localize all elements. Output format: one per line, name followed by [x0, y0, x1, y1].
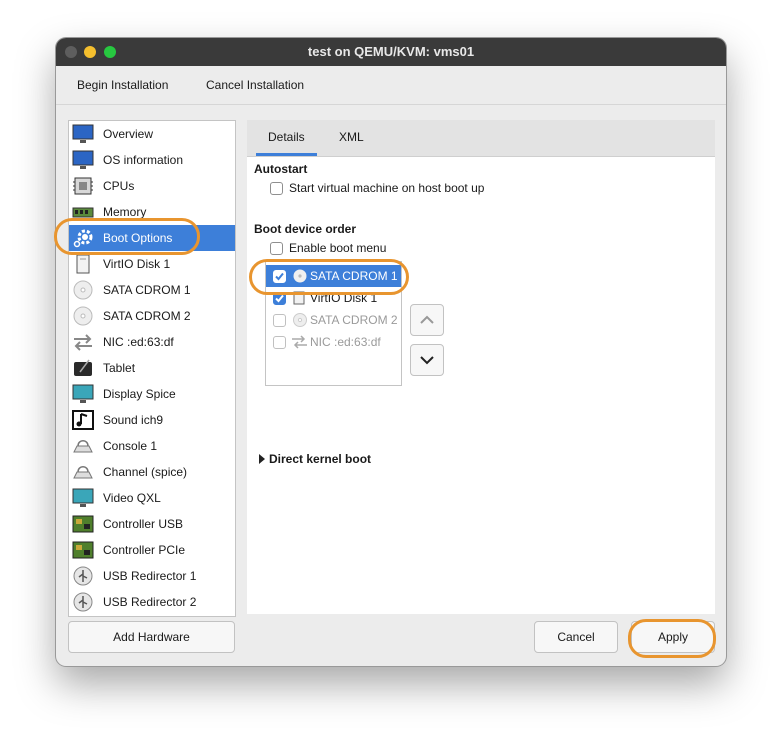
- autostart-checkbox[interactable]: [270, 182, 283, 195]
- sidebar-item-label: VirtIO Disk 1: [103, 257, 171, 271]
- highlight-ring-sata-cdrom-1: [249, 259, 409, 295]
- sidebar-item-video-qxl[interactable]: Video QXL: [69, 485, 235, 511]
- monitor-icon: [72, 124, 94, 143]
- monitor-icon: [72, 150, 94, 169]
- sidebar-item-label: Controller USB: [103, 517, 184, 531]
- boot-device-sata-cdrom-2[interactable]: SATA CDROM 2: [266, 309, 401, 331]
- sidebar-item-usb-redirector-1[interactable]: USB Redirector 1: [69, 563, 235, 589]
- sidebar-item-label: Tablet: [103, 361, 136, 375]
- sidebar-item-label: OS information: [103, 153, 184, 167]
- sidebar-item-label: SATA CDROM 2: [103, 309, 191, 323]
- cancel-installation-button[interactable]: Cancel Installation: [206, 78, 304, 92]
- sidebar-item-label: NIC :ed:63:df: [103, 335, 174, 349]
- video-icon: [72, 488, 94, 507]
- usb-icon: [73, 566, 93, 586]
- toolbar: Begin Installation Cancel Installation: [56, 66, 726, 105]
- active-tab-indicator: [256, 153, 317, 156]
- sidebar-item-label: Video QXL: [103, 491, 161, 505]
- sidebar-item-nic[interactable]: NIC :ed:63:df: [69, 329, 235, 355]
- chevron-down-icon: [420, 356, 434, 365]
- network-icon: [74, 334, 92, 351]
- maximize-window-button[interactable]: [104, 46, 116, 58]
- sidebar-item-display-spice[interactable]: Display Spice: [69, 381, 235, 407]
- controller-icon: [72, 515, 94, 533]
- sidebar-item-label: Display Spice: [103, 387, 176, 401]
- sidebar-item-label: Channel (spice): [103, 465, 188, 479]
- sidebar-item-label: Overview: [103, 127, 154, 141]
- sidebar-item-channel-spice[interactable]: Channel (spice): [69, 459, 235, 485]
- sidebar-item-console-1[interactable]: Console 1: [69, 433, 235, 459]
- sound-icon: [72, 410, 94, 430]
- cpu-icon: [73, 177, 93, 195]
- controller-icon: [72, 541, 94, 559]
- highlight-ring-apply: [628, 619, 716, 658]
- usb-icon: [73, 592, 93, 612]
- sidebar-item-controller-pcie[interactable]: Controller PCIe: [69, 537, 235, 563]
- move-down-button[interactable]: [410, 344, 444, 376]
- window-title: test on QEMU/KVM: vms01: [307, 44, 475, 59]
- tab-xml[interactable]: XML: [339, 130, 364, 144]
- vm-details-window: test on QEMU/KVM: vms01 Begin Installati…: [56, 38, 726, 666]
- sidebar-item-usb-redirector-2[interactable]: USB Redirector 2: [69, 589, 235, 615]
- boot-device-nic[interactable]: NIC :ed:63:df: [266, 331, 401, 353]
- direct-kernel-boot-expander[interactable]: Direct kernel boot: [258, 452, 428, 468]
- minimize-window-button[interactable]: [84, 46, 96, 58]
- sidebar-item-label: Sound ich9: [103, 413, 164, 427]
- sidebar-item-label: Console 1: [103, 439, 158, 453]
- enable-boot-menu-checkbox[interactable]: [270, 242, 283, 255]
- cdrom-icon: [293, 313, 307, 327]
- details-panel: Details XML Autostart Start virtual mach…: [247, 120, 715, 614]
- sidebar-item-cpus[interactable]: CPUs: [69, 173, 235, 199]
- boot-device-label: SATA CDROM 2: [310, 313, 398, 327]
- hardware-list[interactable]: Overview OS information CPUs Memory Boot…: [68, 120, 236, 617]
- channel-icon: [73, 466, 93, 479]
- sidebar-item-label: SATA CDROM 1: [103, 283, 191, 297]
- sidebar-item-controller-usb[interactable]: Controller USB: [69, 511, 235, 537]
- display-icon: [72, 384, 94, 403]
- begin-installation-button[interactable]: Begin Installation: [77, 78, 168, 92]
- tab-details[interactable]: Details: [268, 130, 305, 144]
- highlight-ring-boot-options: [54, 218, 200, 255]
- network-icon: [292, 335, 307, 349]
- sidebar-item-sata-cdrom-1[interactable]: SATA CDROM 1: [69, 277, 235, 303]
- boot-order-section-title: Boot device order: [254, 222, 357, 236]
- boot-device-label: NIC :ed:63:df: [310, 335, 381, 349]
- sidebar-item-os-information[interactable]: OS information: [69, 147, 235, 173]
- console-icon: [73, 440, 93, 453]
- sidebar-item-tablet[interactable]: Tablet: [69, 355, 235, 381]
- enable-boot-menu-label: Enable boot menu: [289, 241, 387, 255]
- sidebar-item-overview[interactable]: Overview: [69, 121, 235, 147]
- tab-bar: Details XML: [247, 120, 715, 157]
- cancel-button[interactable]: Cancel: [534, 621, 618, 653]
- cdrom-icon: [73, 280, 93, 300]
- sidebar-item-label: USB Redirector 1: [103, 569, 197, 583]
- boot-device-checkbox[interactable]: [273, 314, 286, 327]
- sidebar-item-label: Memory: [103, 205, 147, 219]
- move-up-button[interactable]: [410, 304, 444, 336]
- disk-icon: [76, 254, 90, 274]
- direct-kernel-boot-label: Direct kernel boot: [269, 452, 372, 466]
- title-bar[interactable]: test on QEMU/KVM: vms01: [56, 38, 726, 66]
- sidebar-item-label: CPUs: [103, 179, 135, 193]
- sidebar-item-label: USB Redirector 2: [103, 595, 197, 609]
- sidebar-item-sound-ich9[interactable]: Sound ich9: [69, 407, 235, 433]
- add-hardware-button[interactable]: Add Hardware: [68, 621, 235, 653]
- tablet-icon: [74, 359, 92, 376]
- sidebar-item-label: Controller PCIe: [103, 543, 186, 557]
- autostart-label: Start virtual machine on host boot up: [289, 181, 485, 195]
- expand-arrow-icon: [259, 454, 265, 464]
- boot-device-checkbox[interactable]: [273, 336, 286, 349]
- chevron-up-icon: [420, 315, 434, 324]
- autostart-section-title: Autostart: [254, 162, 308, 176]
- close-window-button[interactable]: [65, 46, 77, 58]
- sidebar-item-sata-cdrom-2[interactable]: SATA CDROM 2: [69, 303, 235, 329]
- cdrom-icon: [73, 306, 93, 326]
